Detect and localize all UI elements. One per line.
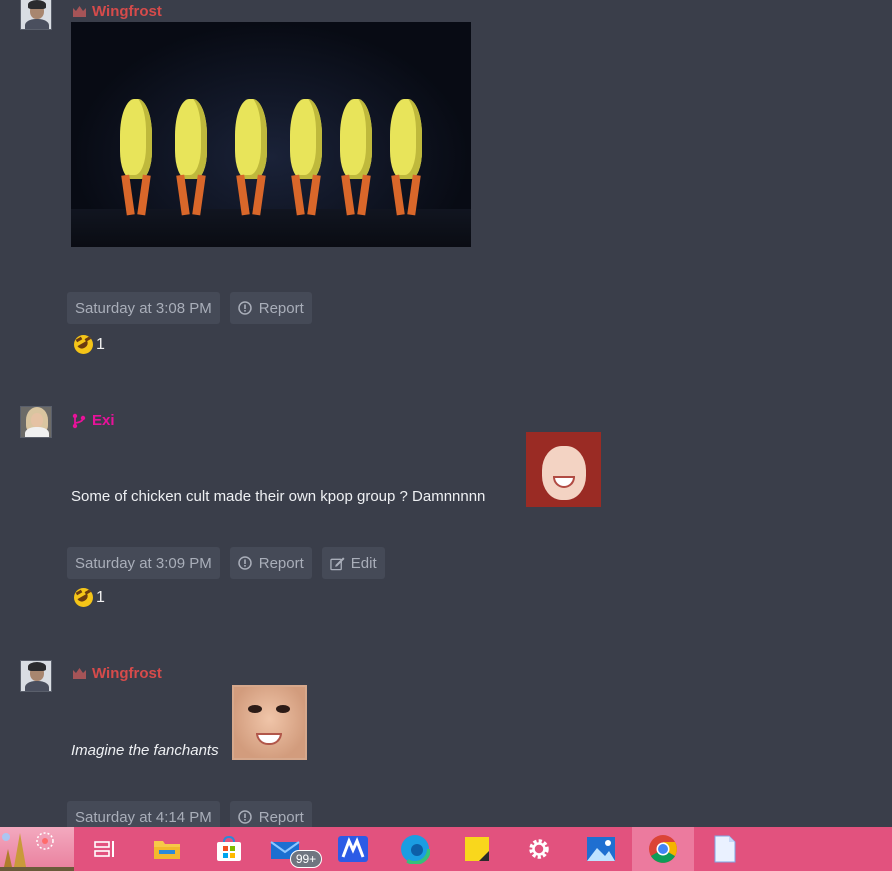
laughing-sticker-image: [526, 432, 601, 507]
avatar[interactable]: [20, 660, 52, 692]
alert-circle-icon: [238, 556, 253, 571]
mail-unread-badge: 99+: [290, 850, 322, 868]
rofl-emoji-icon: [74, 335, 93, 354]
reaction-laughing[interactable]: 1: [74, 588, 105, 607]
avatar[interactable]: [20, 406, 52, 438]
task-view-icon[interactable]: [74, 827, 136, 871]
photos-icon[interactable]: [570, 827, 632, 871]
edit-icon: [330, 556, 345, 571]
smiling-child-sticker-image: [232, 685, 307, 760]
report-button[interactable]: Report: [229, 547, 312, 579]
edge-icon[interactable]: [384, 827, 446, 871]
start-button[interactable]: [0, 827, 74, 871]
edit-button[interactable]: Edit: [321, 547, 385, 579]
rofl-emoji-icon: [74, 588, 93, 607]
alert-circle-icon: [238, 301, 253, 316]
alert-circle-icon: [238, 810, 253, 825]
timestamp-link[interactable]: Saturday at 3:09 PM: [67, 547, 220, 579]
message-text: Some of chicken cult made their own kpop…: [71, 488, 486, 505]
username[interactable]: Wingfrost: [71, 3, 162, 20]
username-label: Wingfrost: [92, 3, 162, 20]
timestamp-link[interactable]: Saturday at 4:14 PM: [67, 801, 220, 827]
maxthon-icon[interactable]: [322, 827, 384, 871]
message-text: Imagine the fanchants: [71, 742, 219, 759]
chicken-dance-gif[interactable]: [71, 22, 471, 247]
sticky-notes-icon[interactable]: [446, 827, 508, 871]
message-thread: Wingfrost Saturday at 3:08 PM Report 1 E…: [0, 0, 892, 827]
taskbar: 99+: [0, 827, 892, 871]
mail-icon[interactable]: 99+: [260, 827, 322, 871]
chrome-icon[interactable]: [632, 827, 694, 871]
username[interactable]: Exi: [71, 412, 115, 429]
timestamp-link[interactable]: Saturday at 3:08 PM: [67, 292, 220, 324]
crown-icon: [71, 4, 87, 20]
file-explorer-icon[interactable]: [136, 827, 198, 871]
username-label: Wingfrost: [92, 665, 162, 682]
crown-icon: [71, 666, 87, 682]
notepad-icon[interactable]: [694, 827, 756, 871]
reaction-laughing[interactable]: 1: [74, 335, 105, 354]
branch-icon: [71, 413, 87, 429]
report-button[interactable]: Report: [229, 292, 312, 324]
username[interactable]: Wingfrost: [71, 665, 162, 682]
username-label: Exi: [92, 412, 115, 429]
report-button[interactable]: Report: [229, 801, 312, 827]
avatar[interactable]: [20, 0, 52, 30]
settings-icon[interactable]: [508, 827, 570, 871]
store-icon[interactable]: [198, 827, 260, 871]
